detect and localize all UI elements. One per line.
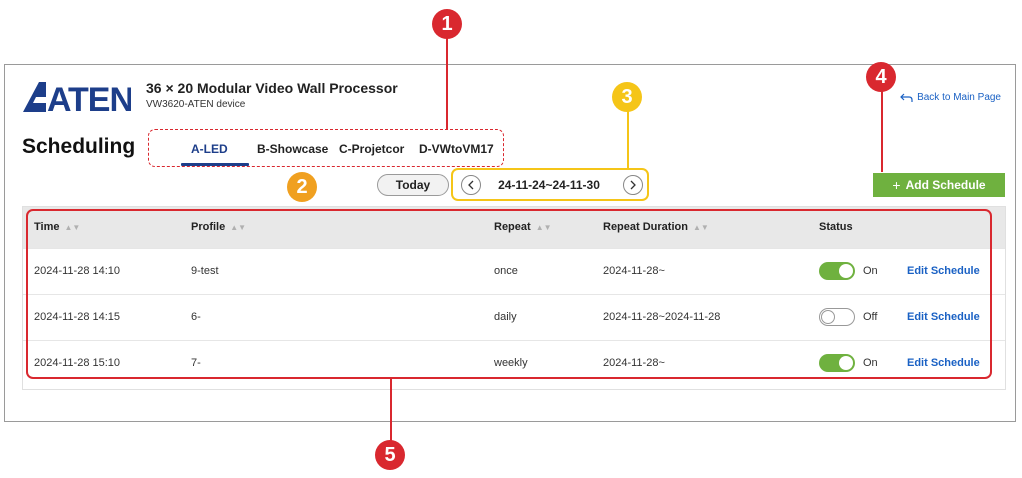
product-title: 36 × 20 Modular Video Wall Processor [146,80,398,96]
logo-text: ATEN [47,81,131,113]
callout-box-date-nav [451,168,649,201]
annotation-badge-3: 3 [612,82,642,112]
back-link-label: Back to Main Page [917,92,1001,103]
today-button[interactable]: Today [377,174,449,196]
callout-line-1 [446,38,448,129]
device-name: VW3620-ATEN device [146,99,246,110]
back-arrow-icon [900,93,913,102]
annotation-badge-5: 5 [375,440,405,470]
annotation-badge-1: 1 [432,9,462,39]
page-title: Scheduling [22,135,136,158]
add-schedule-label: Add Schedule [905,178,986,192]
aten-logo: ATEN [23,81,131,113]
callout-box-tabs [148,129,504,167]
callout-line-5 [390,379,392,442]
callout-line-4 [881,90,883,172]
annotation-badge-2: 2 [287,172,317,202]
callout-box-table [26,209,992,379]
add-schedule-button[interactable]: + Add Schedule [873,173,1005,197]
back-to-main-link[interactable]: Back to Main Page [900,92,1001,103]
callout-line-3 [627,110,629,168]
annotation-badge-4: 4 [866,62,896,92]
plus-icon: + [892,177,901,193]
